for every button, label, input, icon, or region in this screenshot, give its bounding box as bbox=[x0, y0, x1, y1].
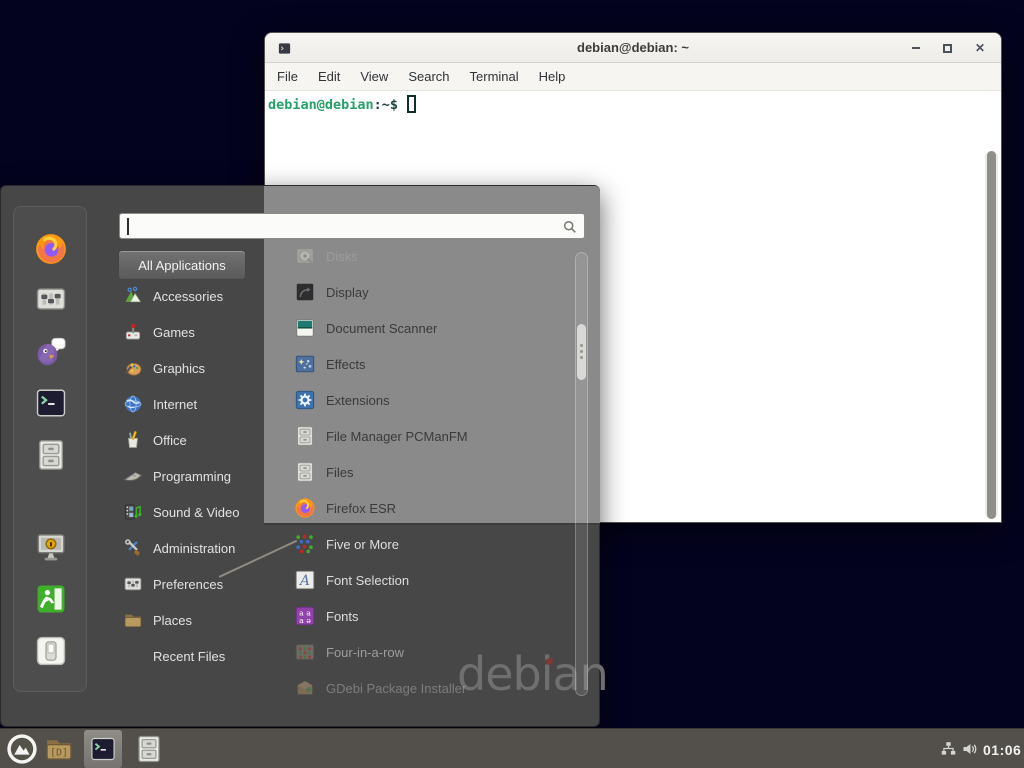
prompt-user-host: debian@debian bbox=[268, 97, 374, 113]
four-in-a-row-icon bbox=[294, 641, 316, 663]
category-accessories[interactable]: Accessories bbox=[118, 278, 268, 314]
app-five-or-more[interactable]: Five or More bbox=[284, 526, 570, 562]
office-icon bbox=[123, 430, 143, 450]
effects-icon bbox=[294, 353, 316, 375]
application-menu: debian bbox=[0, 185, 600, 727]
games-icon bbox=[123, 322, 143, 342]
category-games[interactable]: Games bbox=[118, 314, 268, 350]
terminal-scrollbar[interactable] bbox=[985, 151, 998, 519]
app-list-scrollbar[interactable] bbox=[575, 252, 588, 696]
category-administration[interactable]: Administration bbox=[118, 530, 268, 566]
font-selection-icon: A bbox=[294, 569, 316, 591]
file-cabinet-icon bbox=[294, 461, 316, 483]
clock[interactable]: 01:06 bbox=[983, 742, 1021, 758]
menu-edit[interactable]: Edit bbox=[308, 69, 350, 84]
terminal-scrollbar-thumb[interactable] bbox=[987, 151, 996, 519]
category-recent-files[interactable]: Recent Files bbox=[118, 638, 268, 674]
maximize-icon[interactable] bbox=[943, 44, 952, 53]
desktop: debian@debian: ~ ✕ File Edit View Search… bbox=[0, 0, 1024, 768]
app-extensions[interactable]: Extensions bbox=[284, 382, 570, 418]
network-icon[interactable] bbox=[940, 741, 957, 757]
window-title: debian@debian: ~ bbox=[265, 40, 1001, 55]
app-fonts[interactable]: a aa ə Fonts bbox=[284, 598, 570, 634]
category-office[interactable]: Office bbox=[118, 422, 268, 458]
scrollbar-grip-dot bbox=[580, 344, 583, 347]
favorite-firefox[interactable] bbox=[34, 232, 68, 266]
menu-file[interactable]: File bbox=[267, 69, 308, 84]
graphics-icon bbox=[123, 358, 143, 378]
menu-terminal[interactable]: Terminal bbox=[460, 69, 529, 84]
app-disks[interactable]: Disks bbox=[284, 238, 570, 274]
svg-text:[D]: [D] bbox=[50, 747, 68, 758]
taskbar: [D] 01:06 bbox=[0, 728, 1024, 768]
favorite-shut-down[interactable] bbox=[34, 634, 68, 668]
volume-icon[interactable] bbox=[961, 741, 979, 757]
favorite-pidgin[interactable] bbox=[34, 334, 68, 368]
category-internet[interactable]: Internet bbox=[118, 386, 268, 422]
svg-text:a ə: a ə bbox=[299, 616, 311, 625]
terminal-task-button[interactable] bbox=[84, 730, 122, 768]
minimize-icon[interactable] bbox=[912, 47, 920, 49]
svg-text:A: A bbox=[298, 573, 310, 589]
terminal-cursor bbox=[407, 95, 416, 113]
search-icon bbox=[562, 219, 578, 235]
terminal-titlebar[interactable]: debian@debian: ~ ✕ bbox=[265, 33, 1001, 63]
app-files[interactable]: Files bbox=[284, 454, 570, 490]
file-manager-launcher[interactable]: [D] bbox=[44, 734, 74, 764]
app-document-scanner[interactable]: Document Scanner bbox=[284, 310, 570, 346]
app-font-selection[interactable]: A Font Selection bbox=[284, 562, 570, 598]
display-icon bbox=[294, 281, 316, 303]
scrollbar-grip-dot bbox=[580, 356, 583, 359]
terminal-menubar: File Edit View Search Terminal Help bbox=[265, 63, 1001, 91]
disks-icon bbox=[294, 245, 316, 267]
favorite-log-out[interactable] bbox=[34, 582, 68, 616]
menu-view[interactable]: View bbox=[350, 69, 398, 84]
places-icon bbox=[123, 610, 143, 630]
close-icon[interactable]: ✕ bbox=[975, 42, 985, 54]
administration-icon bbox=[123, 538, 143, 558]
app-file-manager-pcmanfm[interactable]: File Manager PCManFM bbox=[284, 418, 570, 454]
app-firefox-esr[interactable]: Firefox ESR bbox=[284, 490, 570, 526]
category-programming[interactable]: Programming bbox=[118, 458, 268, 494]
files-launcher[interactable] bbox=[134, 734, 164, 764]
accessories-icon bbox=[123, 286, 143, 306]
category-places[interactable]: Places bbox=[118, 602, 268, 638]
app-list-scrollbar-thumb[interactable] bbox=[577, 324, 586, 380]
all-applications-button[interactable]: All Applications bbox=[118, 250, 246, 280]
scrollbar-grip-dot bbox=[580, 350, 583, 353]
search-input[interactable] bbox=[119, 213, 585, 239]
favorite-control-center[interactable] bbox=[34, 282, 68, 316]
firefox-icon bbox=[294, 497, 316, 519]
programming-icon bbox=[123, 466, 143, 486]
terminal-app-icon bbox=[277, 41, 292, 56]
prompt-suffix: :~$ bbox=[374, 97, 398, 113]
app-four-in-a-row[interactable]: Four-in-a-row bbox=[284, 634, 570, 670]
document-scanner-icon bbox=[294, 317, 316, 339]
favorite-lock-screen[interactable] bbox=[34, 530, 68, 564]
category-sound-video[interactable]: Sound & Video bbox=[118, 494, 268, 530]
text-caret bbox=[127, 218, 129, 235]
favorite-file-cabinet[interactable] bbox=[34, 438, 68, 472]
terminal-icon bbox=[89, 735, 117, 763]
fonts-icon: a aa ə bbox=[294, 605, 316, 627]
internet-icon bbox=[123, 394, 143, 414]
file-cabinet-icon bbox=[294, 425, 316, 447]
menu-button[interactable] bbox=[6, 733, 38, 765]
favorites-panel bbox=[13, 206, 87, 692]
preferences-icon bbox=[123, 574, 143, 594]
app-effects[interactable]: Effects bbox=[284, 346, 570, 382]
favorite-terminal[interactable] bbox=[34, 386, 68, 420]
menu-help[interactable]: Help bbox=[529, 69, 576, 84]
app-display[interactable]: Display bbox=[284, 274, 570, 310]
gdebi-icon bbox=[294, 677, 316, 699]
category-graphics[interactable]: Graphics bbox=[118, 350, 268, 386]
category-preferences[interactable]: Preferences bbox=[118, 566, 268, 602]
five-or-more-icon bbox=[294, 533, 316, 555]
sound-video-icon bbox=[123, 502, 143, 522]
extensions-icon bbox=[294, 389, 316, 411]
menu-search[interactable]: Search bbox=[398, 69, 459, 84]
app-gdebi-package-installer[interactable]: GDebi Package Installer bbox=[284, 670, 570, 706]
